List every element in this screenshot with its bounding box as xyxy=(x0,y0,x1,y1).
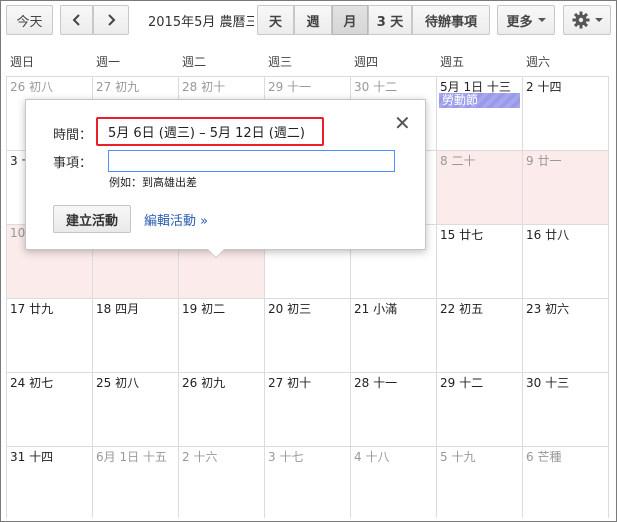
title-label: 事項： xyxy=(53,156,93,171)
day-label[interactable]: 6月 1日 十五 xyxy=(96,448,167,465)
view-3day-label: 3 天 xyxy=(376,14,404,30)
close-icon[interactable]: ✕ xyxy=(394,113,411,133)
view-agenda-label: 待辦事項 xyxy=(424,14,477,30)
caret-down-icon xyxy=(594,18,603,22)
day-label[interactable]: 16 廿八 xyxy=(526,226,569,243)
prev-button[interactable] xyxy=(60,5,93,35)
today-button[interactable]: 今天 xyxy=(6,5,53,35)
day-label[interactable]: 29 十一 xyxy=(268,78,311,95)
day-label[interactable]: 15 廿七 xyxy=(440,226,483,243)
time-label: 時間： xyxy=(53,128,93,143)
day-label[interactable]: 10 xyxy=(10,226,25,240)
day-label[interactable]: 5 十九 xyxy=(440,448,475,465)
weekday-thu: 週四 xyxy=(354,55,379,69)
gear-icon xyxy=(572,11,589,29)
input-hint: 例如：到高雄出差 xyxy=(109,176,197,189)
day-label[interactable]: 28 初十 xyxy=(182,78,225,95)
view-month-label: 月 xyxy=(343,14,357,30)
day-label[interactable]: 3 十七 xyxy=(268,448,303,465)
day-label[interactable]: 27 初九 xyxy=(96,78,139,95)
day-label[interactable]: 4 十八 xyxy=(354,448,389,465)
more-label: 更多 xyxy=(506,14,533,30)
weekday-wed: 週三 xyxy=(268,55,293,69)
day-label[interactable]: 28 十一 xyxy=(354,374,397,391)
day-label[interactable]: 29 十二 xyxy=(440,374,483,391)
settings-button[interactable] xyxy=(563,5,611,35)
time-range-value: 5月 6日 (週三) – 5月 12日 (週二) xyxy=(108,126,305,141)
weekday-tue: 週二 xyxy=(182,55,207,69)
day-label[interactable]: 21 小滿 xyxy=(354,300,397,317)
caret-down-icon xyxy=(537,18,546,22)
day-label[interactable]: 17 廿九 xyxy=(10,300,53,317)
view-day-button[interactable]: 天 xyxy=(257,5,294,35)
day-label[interactable]: 20 初三 xyxy=(268,300,311,317)
day-label[interactable]: 2 十四 xyxy=(526,78,561,95)
grid-line xyxy=(436,76,437,518)
date-range-title[interactable]: 2015年5月 農曆三 xyxy=(148,11,254,29)
day-label[interactable]: 31 十四 xyxy=(10,448,53,465)
day-label[interactable]: 6 芒種 xyxy=(526,448,561,465)
day-label[interactable]: 30 十二 xyxy=(354,78,397,95)
create-event-label: 建立活動 xyxy=(65,213,118,229)
grid-line xyxy=(6,76,7,518)
weekday-sat: 週六 xyxy=(526,55,551,69)
day-label[interactable]: 26 初八 xyxy=(10,78,53,95)
more-button[interactable]: 更多 xyxy=(497,5,555,35)
view-week-button[interactable]: 週 xyxy=(294,5,332,35)
view-month-button[interactable]: 月 xyxy=(332,5,368,35)
view-day-label: 天 xyxy=(268,14,282,30)
day-label[interactable]: 23 初六 xyxy=(526,300,569,317)
chevron-left-icon xyxy=(72,14,80,26)
day-label[interactable]: 27 初十 xyxy=(268,374,311,391)
day-label[interactable]: 19 初二 xyxy=(182,300,225,317)
next-button[interactable] xyxy=(93,5,129,35)
time-range-highlight: 5月 6日 (週三) – 5月 12日 (週二) xyxy=(96,117,324,146)
day-label[interactable]: 18 四月 xyxy=(96,300,139,317)
view-agenda-button[interactable]: 待辦事項 xyxy=(412,5,490,35)
grid-line xyxy=(6,298,608,299)
view-3day-button[interactable]: 3 天 xyxy=(368,5,412,35)
edit-event-link[interactable]: 編輯活動 » xyxy=(144,210,208,229)
view-week-label: 週 xyxy=(306,14,320,30)
grid-line xyxy=(522,76,523,518)
event-chip[interactable]: 勞動節 xyxy=(439,93,520,108)
event-title-input[interactable] xyxy=(108,150,395,172)
create-event-button[interactable]: 建立活動 xyxy=(53,205,131,233)
popup-arrow xyxy=(208,249,224,257)
day-label[interactable]: 26 初九 xyxy=(182,374,225,391)
weekday-fri: 週五 xyxy=(440,55,465,69)
weekday-sun: 週日 xyxy=(10,55,35,69)
day-label[interactable]: 30 十三 xyxy=(526,374,569,391)
grid-line xyxy=(6,372,608,373)
grid-line xyxy=(6,76,608,77)
day-label[interactable]: 9 廿一 xyxy=(526,152,561,169)
today-label: 今天 xyxy=(16,14,43,30)
day-label[interactable]: 8 二十 xyxy=(440,152,475,169)
day-label[interactable]: 22 初五 xyxy=(440,300,483,317)
grid-line xyxy=(6,446,608,447)
chevron-right-icon xyxy=(108,14,116,26)
day-label[interactable]: 2 十六 xyxy=(182,448,217,465)
day-label[interactable]: 24 初七 xyxy=(10,374,53,391)
weekday-mon: 週一 xyxy=(96,55,121,69)
grid-line xyxy=(608,76,609,518)
day-label[interactable]: 25 初八 xyxy=(96,374,139,391)
